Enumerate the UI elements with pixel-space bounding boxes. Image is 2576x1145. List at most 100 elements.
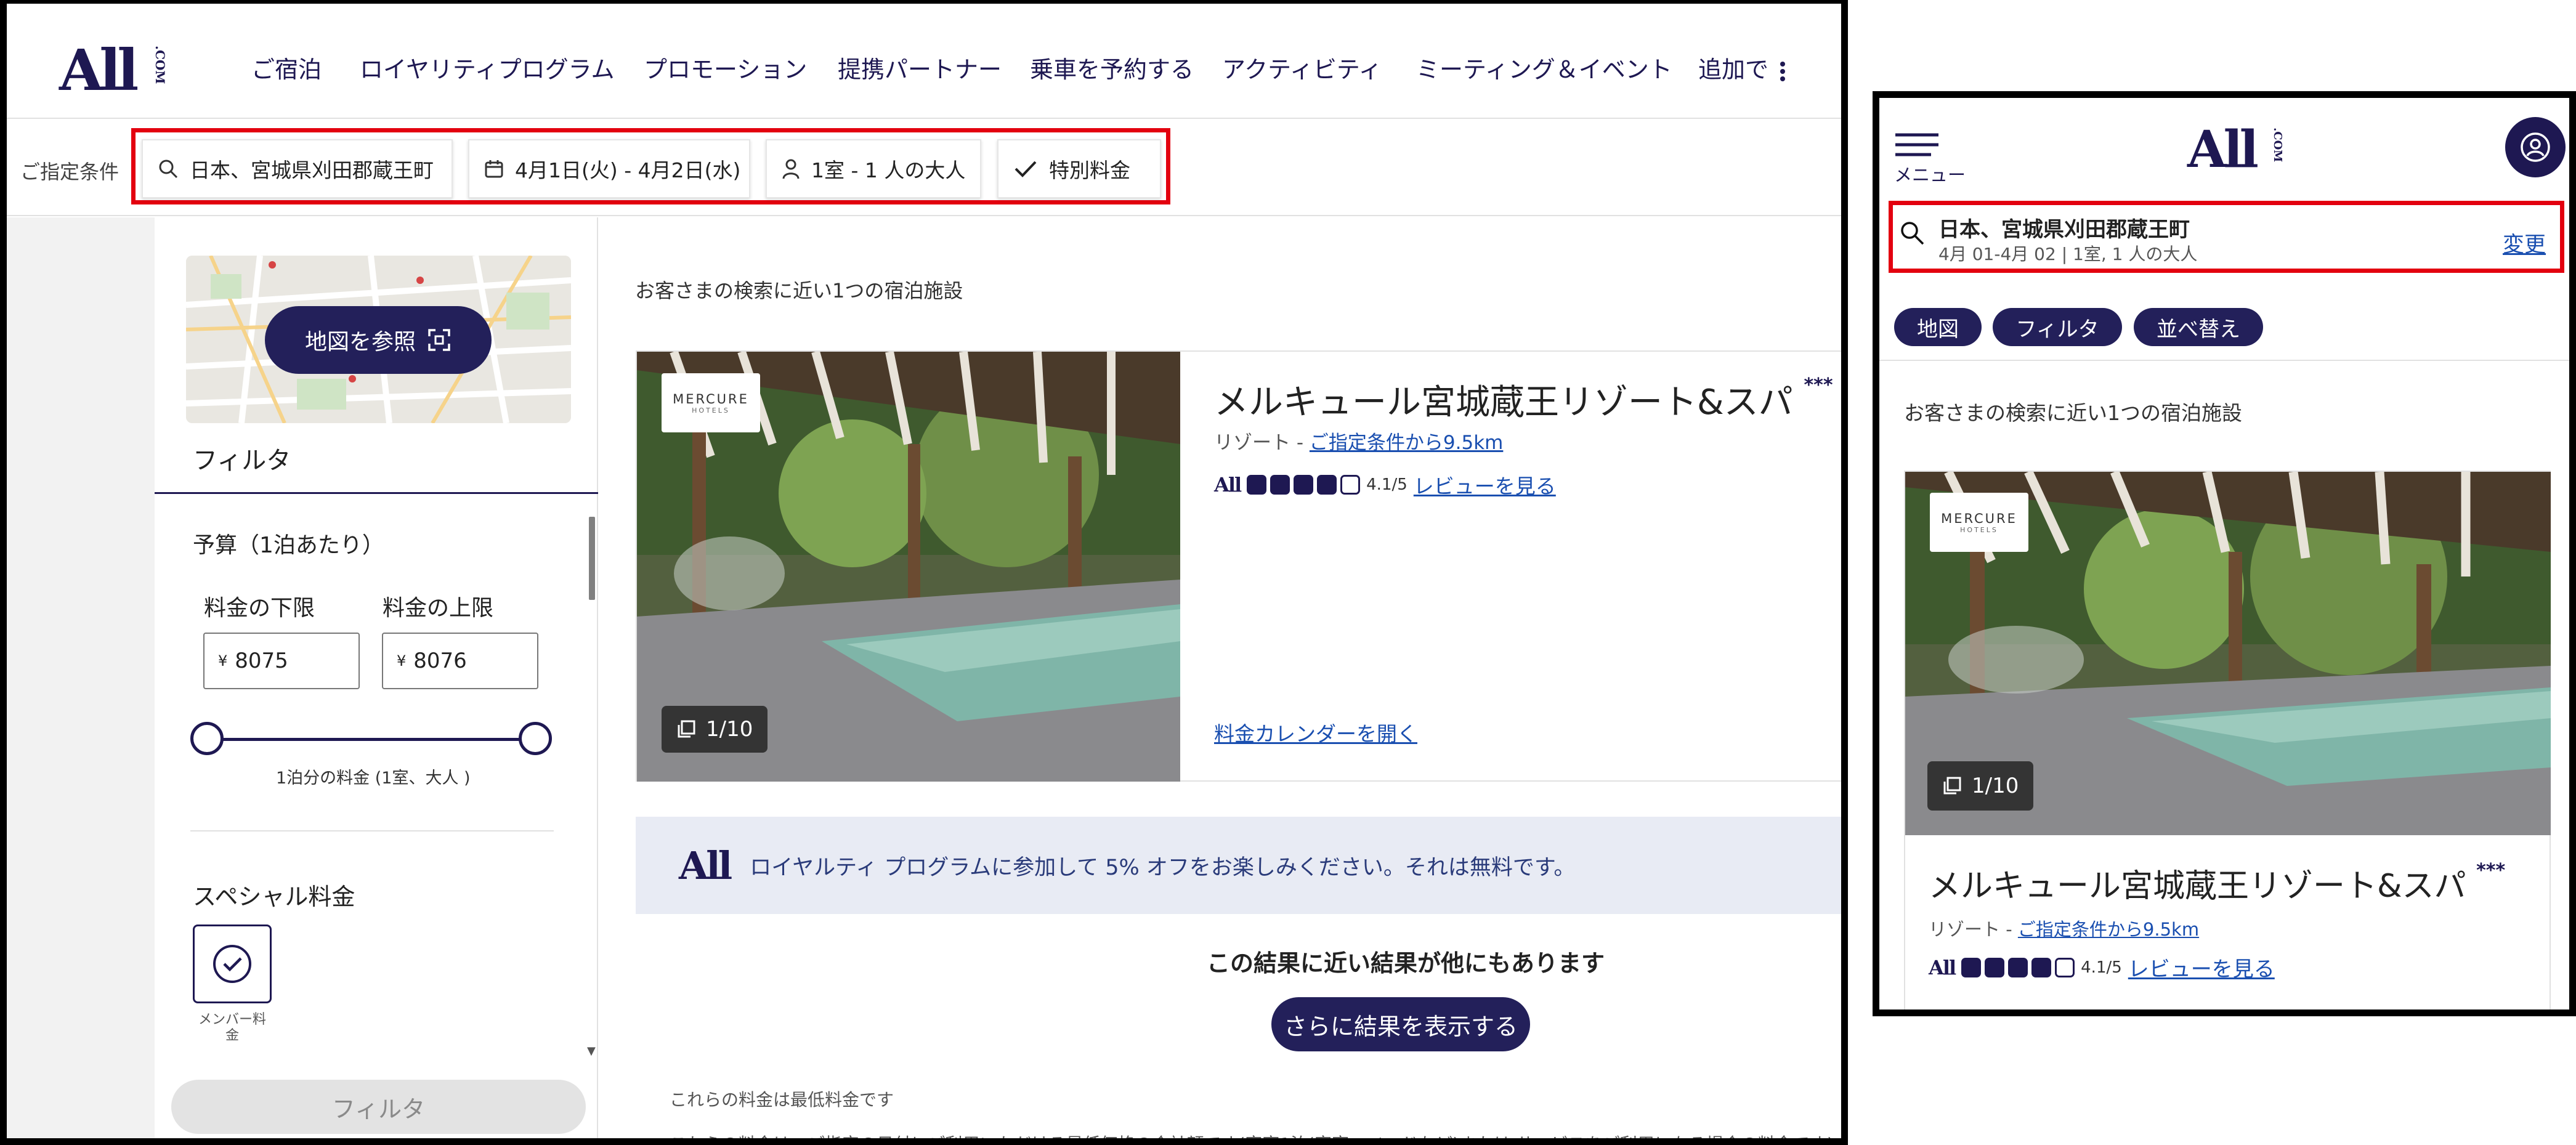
filter-button[interactable]: フィルタ xyxy=(171,1080,586,1134)
rating-square-filled xyxy=(1961,957,1982,977)
change-search-link[interactable]: 変更 xyxy=(2503,227,2546,259)
mobile-hotel-name[interactable]: メルキュール宮城蔵王リゾート&スパ *** xyxy=(1929,860,2505,906)
mobile-hotel-card[interactable]: MERCURE HOTELS 1/10 メルキュール宮城蔵王リゾート&スパ **… xyxy=(1904,471,2551,1009)
dates-chip[interactable]: 4月1日(火) - 4月2日(水) xyxy=(468,139,750,198)
nav-stay[interactable]: ご宿泊 xyxy=(251,51,322,84)
rating-square-filled xyxy=(2008,957,2028,977)
rating-row: All 4.1/5 レビューを見る xyxy=(1214,470,1556,500)
price-slider-min-handle[interactable] xyxy=(190,722,224,755)
hotel-name[interactable]: メルキュール宮城蔵王リゾート&スパ *** xyxy=(1214,374,1833,424)
person-icon xyxy=(782,159,800,179)
menu-button[interactable]: メニュー xyxy=(1894,132,1966,187)
footnote-body: これらの料金は、ご指定の日付にご利用いただける最低価格の合計額です(客室1泊(客… xyxy=(670,1134,1834,1145)
occupancy-chip[interactable]: 1室 - 1 人の大人 xyxy=(766,139,981,198)
sort-pill[interactable]: 並べ替え xyxy=(2134,308,2263,346)
brand-sub: HOTELS xyxy=(692,406,730,415)
nav-partners[interactable]: 提携パートナー xyxy=(838,51,1002,84)
show-more-results-button[interactable]: さらに結果を表示する xyxy=(1271,997,1530,1051)
rating-value: 4.1/5 xyxy=(2081,958,2122,977)
logo-text: All xyxy=(59,37,139,103)
gallery-icon xyxy=(1943,777,1961,795)
hotel-name-text: メルキュール宮城蔵王リゾート&スパ xyxy=(1214,382,1793,423)
reviews-link[interactable]: レビューを見る xyxy=(1414,470,1556,500)
max-price-label: 料金の上限 xyxy=(383,596,494,621)
mobile-results-count: お客さまの検索に近い1つの宿泊施設 xyxy=(1904,401,2242,425)
loyalty-logo: All xyxy=(679,843,732,888)
site-header: All .COM ご宿泊 ロイヤリティプログラム プロモーション 提携パートナー… xyxy=(7,4,1841,119)
brand-sub: HOTELS xyxy=(1960,525,1998,534)
scroll-down-arrow-icon[interactable]: ▼ xyxy=(587,1045,596,1058)
mobile-header: メニュー All .COM xyxy=(1879,98,2569,201)
photo-counter: 1/10 xyxy=(662,706,768,753)
nav-promotion[interactable]: プロモーション xyxy=(644,51,807,84)
member-rate-option[interactable] xyxy=(193,924,272,1003)
footnote-title: これらの料金は最低料金です xyxy=(670,1090,894,1110)
user-icon xyxy=(2521,132,2550,162)
map-thumbnail[interactable]: 地図を参照 xyxy=(186,256,571,423)
price-slider-max-handle[interactable] xyxy=(519,722,552,755)
special-rate-chip[interactable]: 特別料金 xyxy=(997,139,1161,198)
mobile-hotel-photo[interactable]: MERCURE HOTELS 1/10 xyxy=(1905,472,2551,835)
section-divider xyxy=(190,830,554,831)
min-price-input[interactable]: ¥ 8075 xyxy=(203,633,360,689)
destination-chip[interactable]: 日本、宮城県刈田郡蔵王町 xyxy=(142,139,453,198)
max-price-input[interactable]: ¥ 8076 xyxy=(382,633,538,689)
occupancy-text: 1室 - 1 人の大人 xyxy=(811,158,966,182)
member-rate-label: メンバー料金 xyxy=(198,1012,266,1043)
hotel-photo[interactable]: MERCURE HOTELS 1/10 xyxy=(637,352,1180,782)
search-criteria-bar: ご指定条件 日本、宮城県刈田郡蔵王町 4月1日(火) - 4月2日(水) 1室 … xyxy=(7,120,1841,216)
reviews-link[interactable]: レビューを見る xyxy=(2128,952,2275,982)
photo-count-text: 1/10 xyxy=(706,717,753,742)
hotel-card[interactable]: MERCURE HOTELS 1/10 メルキュール宮城蔵王リゾート&スパ **… xyxy=(636,350,1841,782)
nav-activities[interactable]: アクティビティ xyxy=(1222,51,1382,84)
rating-square-filled xyxy=(1270,475,1290,495)
min-price-label: 料金の下限 xyxy=(204,596,315,621)
dates-text: 4月1日(火) - 4月2日(水) xyxy=(515,158,741,182)
nav-ride[interactable]: 乗車を予約する xyxy=(1030,51,1194,84)
hotel-name-text: メルキュール宮城蔵王リゾート&スパ xyxy=(1929,868,2466,905)
hotel-type: リゾート - xyxy=(1214,432,1310,454)
nav-loyalty[interactable]: ロイヤリティプログラム xyxy=(360,51,614,84)
sidebar-scrollbar-thumb[interactable] xyxy=(589,517,595,600)
mobile-view: メニュー All .COM 日本、宮城県刈田郡蔵王町 4月 01-4月 02 |… xyxy=(1873,91,2576,1016)
brand-name: MERCURE xyxy=(1941,511,2017,526)
rating-square-filled xyxy=(1294,475,1314,495)
similar-results-text: この結果に近い結果が他にもあります xyxy=(1207,950,1605,977)
mobile-divider xyxy=(1879,360,2569,361)
rating-square-empty xyxy=(1340,475,1361,495)
slider-caption: 1泊分の料金 (1室、大人 ) xyxy=(276,769,471,788)
star-rating: *** xyxy=(2476,860,2506,881)
map-pill[interactable]: 地図 xyxy=(1894,308,1982,346)
distance-link[interactable]: ご指定条件から9.5km xyxy=(1310,432,1503,454)
filter-sidebar: 地図を参照 フィルタ ▼ 予算（1泊あたり） 料金の下限 料金の上限 ¥ 807… xyxy=(155,217,598,1138)
filter-title: フィルタ xyxy=(193,447,291,475)
filter-pill[interactable]: フィルタ xyxy=(1993,308,2122,346)
nav-meetings[interactable]: ミーティング＆イベント xyxy=(1416,51,1672,84)
menu-label: メニュー xyxy=(1894,164,1966,185)
hamburger-icon xyxy=(1895,133,1938,156)
check-icon xyxy=(1015,161,1037,177)
more-vertical-icon xyxy=(1780,61,1786,81)
min-price-value: 8075 xyxy=(235,649,288,673)
distance-link[interactable]: ご指定条件から9.5km xyxy=(2018,919,2199,940)
all-rating-logo: All xyxy=(1214,473,1242,496)
rating-square-filled xyxy=(1247,475,1267,495)
brand-name: MERCURE xyxy=(673,391,749,407)
currency-symbol: ¥ xyxy=(397,652,407,670)
calendar-icon xyxy=(485,160,503,178)
filter-divider xyxy=(155,492,598,494)
view-map-label: 地図を参照 xyxy=(304,330,416,355)
rating-square-filled xyxy=(2031,957,2052,977)
rate-calendar-link[interactable]: 料金カレンダーを開く xyxy=(1214,718,1417,747)
star-rating: *** xyxy=(1804,374,1833,396)
nav-more[interactable]: 追加で xyxy=(1698,51,1787,84)
criteria-label: ご指定条件 xyxy=(20,160,119,184)
account-button[interactable] xyxy=(2505,117,2566,177)
results-count: お客さまの検索に近い1つの宿泊施設 xyxy=(635,279,963,302)
rating-square-filled xyxy=(1317,475,1337,495)
mobile-brand-logo[interactable]: All .COM xyxy=(2187,120,2284,179)
mobile-search-summary[interactable]: 日本、宮城県刈田郡蔵王町 4月 01-4月 02 | 1室, 1 人の大人 変更 xyxy=(1899,209,2555,266)
brand-logo[interactable]: All .COM xyxy=(59,37,168,103)
loyalty-text: ロイヤルティ プログラムに参加して 5% オフをお楽しみください。それは無料です… xyxy=(750,855,1576,880)
view-map-button[interactable]: 地図を参照 xyxy=(265,306,492,374)
